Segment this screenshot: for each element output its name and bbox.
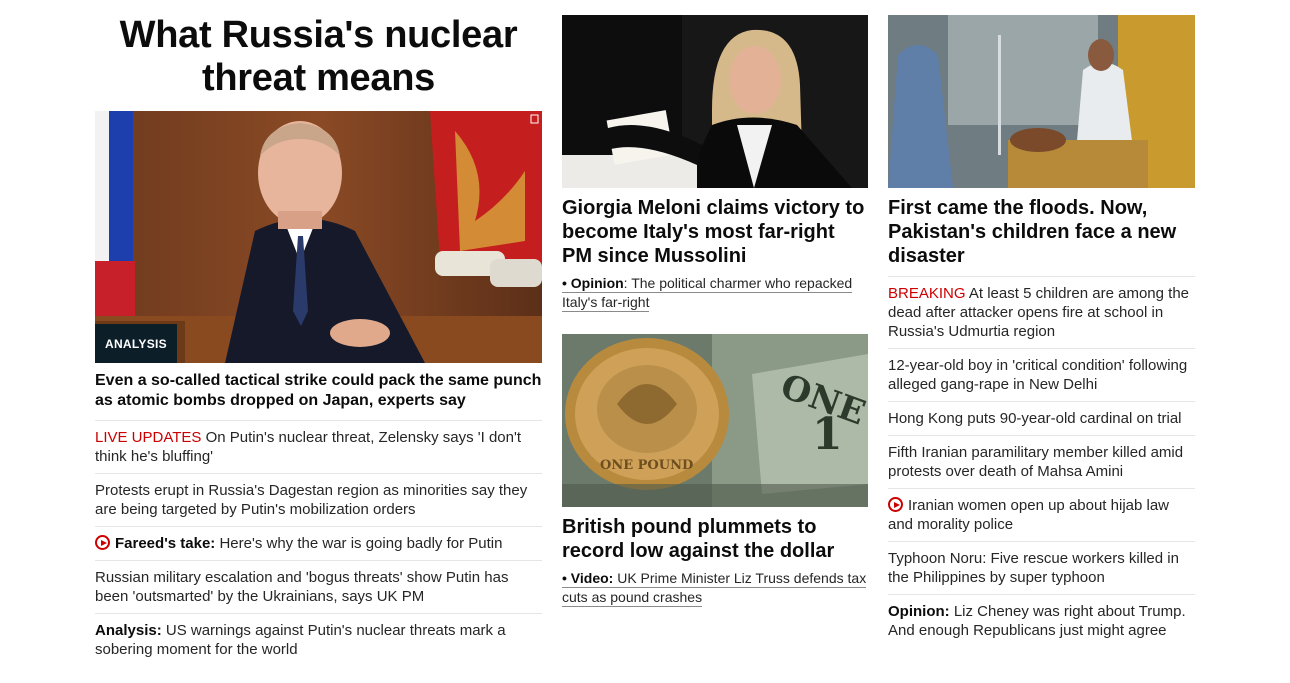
list-item[interactable]: Fifth Iranian paramilitary member killed…: [888, 436, 1195, 489]
middle-column: Giorgia Meloni claims victory to become …: [562, 0, 868, 607]
pound-coin-photo[interactable]: ONE 1 ONE POUND: [562, 334, 868, 507]
list-item[interactable]: Fareed's take: Here's why the war is goi…: [95, 527, 542, 561]
fareeds-take-label: Fareed's take:: [115, 535, 216, 552]
pakistan-hospital-photo[interactable]: [888, 15, 1195, 188]
story-headline[interactable]: British pound plummets to record low aga…: [562, 507, 868, 569]
list-item[interactable]: LIVE UPDATES On Putin's nuclear threat, …: [95, 421, 542, 474]
list-item[interactable]: BREAKING At least 5 children are among t…: [888, 277, 1195, 349]
list-item-text: Typhoon Noru: Five rescue workers killed…: [888, 550, 1179, 586]
svg-text:1: 1: [812, 409, 843, 460]
opinion-label: Opinion:: [888, 603, 950, 620]
video-icon: [530, 114, 539, 124]
analysis-label: Analysis:: [95, 622, 162, 639]
top-story-column: What Russia's nuclear threat means ANALY…: [95, 0, 542, 666]
svg-text:ONE POUND: ONE POUND: [600, 458, 693, 473]
list-item[interactable]: Russian military escalation and 'bogus t…: [95, 561, 542, 614]
story-headline[interactable]: First came the floods. Now, Pakistan's c…: [888, 188, 1195, 277]
list-item-text: Russian military escalation and 'bogus t…: [95, 569, 509, 605]
list-item[interactable]: Typhoon Noru: Five rescue workers killed…: [888, 542, 1195, 595]
list-item[interactable]: Protests erupt in Russia's Dagestan regi…: [95, 474, 542, 527]
list-item-text: Hong Kong puts 90-year-old cardinal on t…: [888, 410, 1182, 427]
opinion-label: • Opinion: [562, 275, 624, 291]
list-item-text: Here's why the war is going badly for Pu…: [215, 535, 503, 552]
list-item[interactable]: Iranian women open up about hijab law an…: [888, 489, 1195, 542]
list-item[interactable]: Opinion: Liz Cheney was right about Trum…: [888, 595, 1195, 647]
breaking-label: BREAKING: [888, 285, 966, 302]
lead-story-link[interactable]: Even a so-called tactical strike could p…: [95, 363, 542, 421]
list-item-text: Fifth Iranian paramilitary member killed…: [888, 444, 1184, 480]
list-item-text: 12-year-old boy in 'critical condition' …: [888, 357, 1188, 393]
list-item[interactable]: Analysis: US warnings against Putin's nu…: [95, 614, 542, 666]
story-subline[interactable]: • Opinion: The political charmer who rep…: [562, 274, 868, 312]
section-headline[interactable]: What Russia's nuclear threat means: [95, 14, 542, 100]
putin-photo[interactable]: ANALYSIS: [95, 111, 542, 363]
story-subline[interactable]: • Video: UK Prime Minister Liz Truss def…: [562, 569, 868, 607]
video-label: • Video:: [562, 570, 614, 586]
right-column: First came the floods. Now, Pakistan's c…: [888, 0, 1195, 647]
live-updates-label: LIVE UPDATES: [95, 429, 202, 446]
list-item[interactable]: Hong Kong puts 90-year-old cardinal on t…: [888, 402, 1195, 436]
list-item-text: Protests erupt in Russia's Dagestan regi…: [95, 482, 528, 518]
analysis-badge: ANALYSIS: [95, 324, 177, 363]
list-item[interactable]: 12-year-old boy in 'critical condition' …: [888, 349, 1195, 402]
play-icon: [95, 535, 110, 550]
meloni-photo[interactable]: [562, 15, 868, 188]
story-headline[interactable]: Giorgia Meloni claims victory to become …: [562, 188, 868, 274]
list-item-text: Iranian women open up about hijab law an…: [888, 497, 1170, 533]
play-icon: [888, 497, 903, 512]
